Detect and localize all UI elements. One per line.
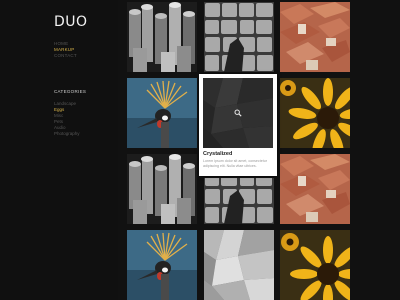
gallery-tile-wooden-posts[interactable]: [127, 2, 197, 72]
crystal-image: [204, 230, 274, 300]
cobblestones-image: [204, 178, 274, 224]
gallery-tile-crowned-crane[interactable]: [127, 78, 197, 148]
wooden-posts-image: [127, 154, 197, 224]
gallery-tile-crowned-crane[interactable]: [127, 230, 197, 300]
image-title[interactable]: Crystalized: [203, 151, 232, 157]
gallery-tile-cobblestones[interactable]: [204, 178, 274, 224]
image-description: Lorem ipsum dolor sit amet, consectetur …: [203, 159, 267, 168]
crowned-crane-image: [127, 230, 197, 300]
nav-item-contact[interactable]: CONTACT: [54, 53, 77, 59]
cobblestones-image: [204, 2, 274, 72]
gallery-tile-rooftops[interactable]: [280, 154, 350, 224]
crowned-crane-image: [127, 78, 197, 148]
gallery-tile-cobblestones[interactable]: [204, 2, 274, 72]
image-hover-card[interactable]: Crystalized Lorem ipsum dolor sit amet, …: [199, 74, 277, 176]
sunflower-image: [280, 78, 350, 148]
crystal-preview[interactable]: [203, 78, 273, 148]
sunflower-image: [280, 230, 350, 300]
main-nav: HOME MARKUP CONTACT: [54, 41, 77, 59]
sidebar: DUO HOME MARKUP CONTACT CATEGORIES Lands…: [0, 0, 118, 300]
gallery-tile-sunflower[interactable]: [280, 230, 350, 300]
rooftops-image: [280, 154, 350, 224]
gallery-tile-wooden-posts[interactable]: [127, 154, 197, 224]
gallery-tile-crystal[interactable]: [204, 230, 274, 300]
categories-heading: CATEGORIES: [54, 89, 87, 94]
categories-list: Landscape Eggs Misc Pets Audio Photograp…: [54, 101, 80, 137]
gallery-tile-sunflower[interactable]: [280, 78, 350, 148]
site-logo[interactable]: DUO: [54, 14, 88, 30]
wooden-posts-image: [127, 2, 197, 72]
category-photography[interactable]: Photography: [54, 131, 80, 137]
gallery-tile-rooftops[interactable]: [280, 2, 350, 72]
rooftops-image: [280, 2, 350, 72]
magnifier-icon[interactable]: [234, 109, 242, 117]
